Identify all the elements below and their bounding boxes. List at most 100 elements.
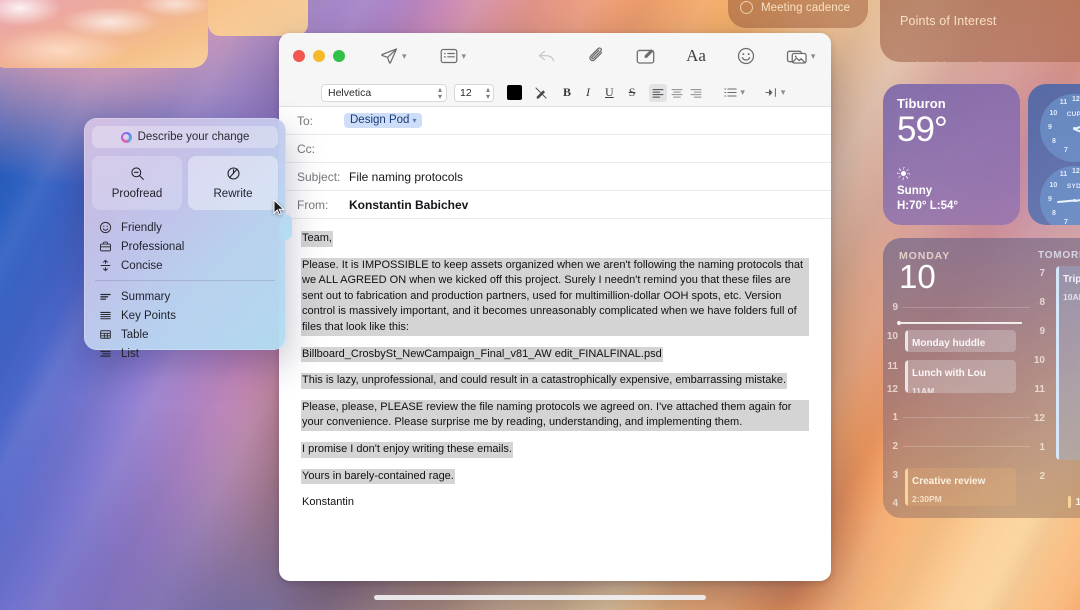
close-button[interactable] [293, 50, 305, 62]
recipient-name: Design Pod [350, 114, 410, 126]
note-line-2[interactable]: Naismith's Rule [900, 60, 989, 62]
align-center-icon[interactable] [668, 84, 686, 102]
format-item-key-points[interactable]: Key Points [92, 306, 278, 325]
calendar-hour-label: 8 [1039, 297, 1045, 308]
message-body[interactable]: Team, Please. It is IMPOSSIBLE to keep a… [279, 219, 831, 581]
format-label: Table [121, 328, 149, 341]
emoji-icon[interactable] [736, 46, 756, 66]
calendar-widget[interactable]: MONDAY 10 9 10 11 12 1 2 3 4 Monday hudd… [883, 238, 1080, 518]
cc-field-row[interactable]: Cc: [279, 135, 831, 163]
from-field-row[interactable]: From: Konstantin Babichev [279, 191, 831, 219]
align-right-icon[interactable] [687, 84, 705, 102]
text-color-swatch[interactable] [507, 85, 522, 100]
body-paragraph: Billboard_CrosbySt_NewCampaign_Final_v81… [301, 346, 663, 363]
send-icon[interactable] [379, 46, 399, 66]
underline-button[interactable]: U [605, 85, 614, 100]
reply-icon[interactable] [536, 46, 557, 66]
font-family-value: Helvetica [328, 86, 372, 99]
calendar-hour-line [903, 307, 1030, 308]
body-paragraph: This is lazy, unprofessional, and could … [301, 373, 788, 389]
format-label: Summary [121, 290, 171, 303]
notes-widget[interactable]: Points of Interest Naismith's Rule [880, 0, 1080, 62]
reminders-widget[interactable]: Meeting cadence [728, 0, 868, 28]
proofread-button[interactable]: Proofread [92, 156, 182, 210]
traffic-light-buttons[interactable] [293, 50, 345, 62]
indent-dropdown-chevron[interactable]: ▾ [781, 87, 786, 98]
list-icon [98, 347, 112, 361]
rewrite-label: Rewrite [213, 188, 253, 200]
describe-your-change-button[interactable]: Describe your change [92, 126, 278, 148]
writing-tools-popover[interactable]: Describe your change Proofread Rewrite F… [84, 118, 292, 360]
indent-icon[interactable] [765, 87, 778, 98]
calendar-event[interactable]: Lunch with Lou 11AM [905, 360, 1016, 393]
note-line-1[interactable]: Points of Interest [900, 14, 997, 28]
photo-dropdown-chevron[interactable]: ▾ [811, 51, 816, 62]
event-color-bar [905, 360, 908, 393]
body-signature: Konstantin [302, 496, 354, 509]
now-line [901, 322, 1022, 324]
rewrite-button[interactable]: Rewrite [188, 156, 278, 210]
minimize-button[interactable] [313, 50, 325, 62]
bold-button[interactable]: B [563, 85, 571, 100]
circle-icon[interactable] [740, 1, 753, 14]
calendar-hour-label: 2 [1039, 471, 1045, 482]
calendar-more-events[interactable]: 1 more [1068, 496, 1080, 508]
reminder-item[interactable]: Meeting cadence [740, 1, 850, 14]
calendar-tomorrow-label: TOMORROW [1038, 250, 1080, 261]
chevron-down-icon[interactable]: ▾ [412, 116, 416, 125]
tone-item-friendly[interactable]: Friendly [92, 218, 278, 237]
calendar-hour-label: 11 [887, 361, 898, 372]
apple-intelligence-icon [120, 131, 132, 143]
calendar-event[interactable]: Creative review 2:30PM [905, 468, 1016, 506]
summary-icon [98, 290, 112, 304]
subject-field-row[interactable]: Subject: File naming protocols [279, 163, 831, 191]
highlight-icon[interactable] [534, 86, 548, 100]
send-dropdown-chevron[interactable]: ▾ [402, 51, 407, 62]
tone-item-professional[interactable]: Professional [92, 237, 278, 256]
italic-button[interactable]: I [586, 85, 590, 100]
font-size-select[interactable]: 12 ▴ ▾ [454, 83, 494, 102]
calendar-hour-row: 1 [883, 412, 1030, 423]
calendar-hour-label: 3 [892, 470, 898, 481]
calendar-hour-row: 9 [883, 302, 1030, 313]
stepper-icon: ▴ ▾ [485, 84, 490, 101]
format-icon[interactable]: Aa [686, 46, 706, 66]
mail-compose-window[interactable]: ▾ ▾ Aa ▾ Helvetica ▴ ▾ 12 ▴ ▾ B I U S ▾ … [279, 33, 831, 581]
cc-label: Cc: [297, 141, 315, 156]
calendar-event[interactable]: Monday huddle [905, 330, 1016, 352]
to-field-row[interactable]: To: Design Pod ▾ [279, 107, 831, 135]
format-item-table[interactable]: Table [92, 325, 278, 344]
list-dropdown-chevron[interactable]: ▾ [740, 87, 745, 98]
font-family-select[interactable]: Helvetica ▴ ▾ [321, 83, 447, 102]
more-events-label: 1 more [1075, 496, 1080, 508]
photo-browser-icon[interactable] [786, 47, 808, 66]
clock-hour-hand [1056, 200, 1075, 204]
markup-icon[interactable] [635, 47, 656, 66]
zoom-button[interactable] [333, 50, 345, 62]
calendar-hour-row: 2 [883, 441, 1030, 452]
world-clock-widget[interactable]: CUP 12 11 10 9 8 7 6 SYD 12 11 10 9 8 7 … [1028, 84, 1080, 225]
align-left-icon[interactable] [649, 83, 668, 102]
weather-conditions: Sunny H:70° L:54° [897, 167, 958, 215]
weather-widget[interactable]: Tiburon 59° Sunny H:70° L:54° [883, 84, 1020, 225]
calendar-hour-line [903, 446, 1030, 447]
recipient-token[interactable]: Design Pod ▾ [344, 113, 423, 128]
calendar-hour-line [903, 417, 1030, 418]
subject-value[interactable]: File naming protocols [349, 170, 463, 184]
alignment-group[interactable] [649, 83, 705, 102]
calendar-event[interactable]: Trip to 10AM [1056, 266, 1080, 460]
from-value[interactable]: Konstantin Babichev [349, 198, 468, 212]
home-indicator[interactable] [374, 595, 706, 600]
attach-icon[interactable] [587, 46, 607, 66]
tone-item-concise[interactable]: Concise [92, 256, 278, 275]
format-toolbar[interactable]: Helvetica ▴ ▾ 12 ▴ ▾ B I U S ▾ ▾ [279, 79, 831, 107]
window-titlebar[interactable]: ▾ ▾ Aa ▾ [279, 33, 831, 79]
clock-numeral: 8 [1052, 210, 1056, 217]
list-icon[interactable] [724, 87, 738, 98]
calendar-hour-label: 4 [892, 498, 898, 509]
stationery-dropdown-chevron[interactable]: ▾ [462, 51, 467, 62]
strikethrough-button[interactable]: S [629, 85, 636, 100]
format-item-list[interactable]: List [92, 344, 278, 363]
format-item-summary[interactable]: Summary [92, 287, 278, 306]
stationery-icon[interactable] [439, 47, 459, 65]
